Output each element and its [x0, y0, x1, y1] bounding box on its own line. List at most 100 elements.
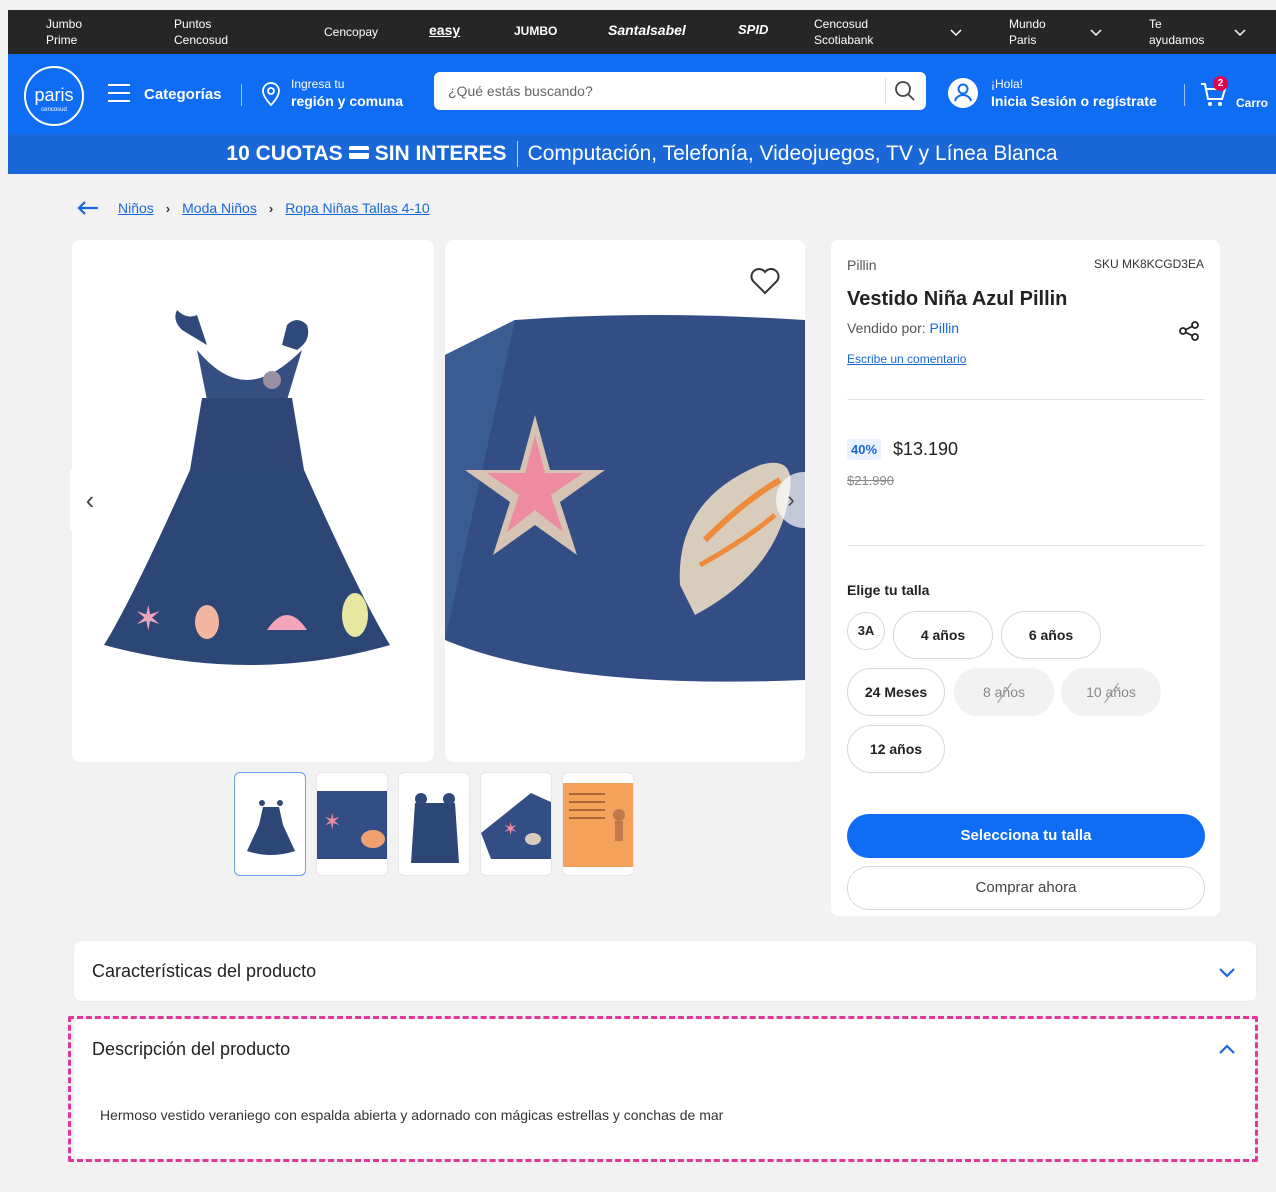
dress-detail-image	[445, 315, 805, 682]
product-brand[interactable]: Pillin	[847, 257, 877, 273]
product-image-main[interactable]: ✶	[72, 240, 434, 762]
topbar-link-line: ayudamos	[1149, 33, 1205, 47]
chevron-down-icon[interactable]	[1216, 961, 1238, 983]
description-text: Hermoso vestido veraniego con espalda ab…	[100, 1107, 724, 1123]
thumbnail[interactable]: ✶	[480, 772, 552, 876]
user-icon[interactable]	[948, 78, 978, 108]
cart-count-badge: 2	[1213, 76, 1228, 91]
breadcrumb-link[interactable]: Ropa Niñas Tallas 4-10	[285, 200, 430, 216]
topbar-link-line: Jumbo	[46, 17, 83, 31]
topbar-logo-spid[interactable]: SPID	[738, 22, 768, 37]
divider	[847, 399, 1205, 400]
thumbnail-image	[563, 783, 633, 867]
size-option-unavailable: 10 años	[1061, 668, 1161, 716]
topbar-logo-easy[interactable]: easy	[429, 22, 460, 38]
share-icon[interactable]	[1178, 320, 1200, 342]
logo-word: paris	[34, 85, 74, 105]
topbar-link-mundo-paris[interactable]: Mundo Paris	[1009, 16, 1046, 48]
product-info-panel: Pillin SKU MK8KCGD3EA Vestido Niña Azul …	[831, 240, 1220, 916]
search-box	[434, 72, 926, 110]
banner-bold-1: 10 CUOTAS	[226, 142, 343, 165]
current-price: $13.190	[893, 439, 959, 459]
header-divider	[1184, 84, 1185, 106]
topbar-link-line: Puntos	[174, 17, 212, 31]
categories-button[interactable]: Categorías	[144, 86, 222, 103]
credit-card-icon	[348, 145, 369, 159]
region-selector[interactable]: Ingresa tu región y comuna	[291, 76, 403, 111]
breadcrumb-separator: ›	[165, 200, 171, 216]
banner-bold-2: SIN INTERES	[374, 142, 507, 165]
search-icon[interactable]	[894, 80, 916, 102]
write-review-link[interactable]: Escribe un comentario	[847, 352, 966, 366]
chevron-down-icon[interactable]	[948, 24, 964, 40]
search-input[interactable]	[448, 81, 868, 101]
topbar-link-te-ayudamos[interactable]: Te ayudamos	[1149, 16, 1204, 48]
size-label: Elige tu talla	[847, 582, 930, 598]
description-accordion[interactable]: Descripción del producto Hermoso vestido…	[73, 1018, 1257, 1160]
breadcrumb-link[interactable]: Niños	[118, 200, 154, 216]
banner-divider	[516, 141, 518, 168]
thumbnail-image: ✶	[481, 793, 551, 859]
logo-sub: cencosud	[41, 107, 67, 113]
menu-icon[interactable]	[108, 84, 130, 102]
size-option[interactable]: 4 años	[893, 611, 993, 659]
select-size-button[interactable]: Selecciona tu talla	[847, 814, 1205, 858]
chevron-down-icon[interactable]	[1232, 24, 1248, 40]
breadcrumb: Niños › Moda Niños › Ropa Niñas Tallas 4…	[76, 198, 430, 218]
thumbnail[interactable]: ✶	[316, 772, 388, 876]
thumbnail[interactable]	[398, 772, 470, 876]
topbar-logo-jumbo[interactable]: JUMBO	[514, 24, 557, 38]
svg-text:✶: ✶	[323, 809, 341, 834]
topbar-link-cencopay[interactable]: Cencopay	[324, 24, 378, 40]
login-link[interactable]: ¡Hola! Inicia Sesión o regístrate	[991, 76, 1157, 111]
svg-text:✶: ✶	[134, 600, 163, 638]
hello-line1: ¡Hola!	[991, 77, 1024, 91]
chevron-up-icon[interactable]	[1216, 1039, 1238, 1061]
features-accordion[interactable]: Características del producto	[73, 940, 1257, 1002]
thumbnail[interactable]	[562, 772, 634, 876]
breadcrumb-link[interactable]: Moda Niños	[182, 200, 257, 216]
chevron-down-icon[interactable]	[1088, 24, 1104, 40]
seller-link[interactable]: Pillin	[930, 320, 960, 336]
thumbnail-image	[247, 800, 295, 855]
topbar-link-puntos-cencosud[interactable]: Puntos Cencosud	[174, 16, 228, 48]
accordion-title: Descripción del producto	[92, 1039, 291, 1059]
product-image-detail[interactable]	[445, 240, 805, 762]
topbar-link-line: Cencosud	[174, 33, 229, 47]
promo-banner[interactable]: 10 CUOTAS SIN INTERES Computación, Telefon…	[8, 134, 1276, 174]
search-divider	[885, 78, 886, 104]
thumbnail[interactable]	[234, 772, 306, 876]
banner-categories-text: Computación, Telefonía, Videojuegos, TV …	[527, 142, 1058, 165]
svg-text:✶: ✶	[503, 819, 518, 839]
main-header: paris cencosud Categorías Ingresa tu reg…	[8, 54, 1276, 134]
location-pin-icon[interactable]	[260, 81, 282, 107]
product-sku: SKU MK8KCGD3EA	[1093, 257, 1204, 271]
topbar-link-jumbo-prime[interactable]: Jumbo Prime	[46, 16, 82, 48]
region-line1: Ingresa tu	[291, 77, 345, 91]
topbar-link-line: Prime	[46, 33, 78, 47]
topbar-link-line: Mundo	[1009, 17, 1046, 31]
size-option-unavailable: 8 años	[954, 668, 1054, 716]
topbar-logo-santaisabel[interactable]: SantaIsabel	[608, 22, 686, 38]
thumbnail-strip: ✶ ✶	[234, 772, 644, 876]
topbar-link-line: Cencosud	[814, 17, 869, 31]
header-divider	[241, 84, 242, 106]
heart-icon[interactable]	[749, 266, 781, 296]
size-option[interactable]: 12 años	[847, 725, 945, 773]
back-arrow-icon[interactable]	[76, 199, 100, 217]
divider	[847, 545, 1205, 546]
size-option[interactable]: 6 años	[1001, 611, 1101, 659]
dress-image: ✶	[104, 310, 390, 665]
cart-label[interactable]: Carro	[1236, 96, 1268, 110]
buy-now-button[interactable]: Comprar ahora	[847, 866, 1205, 910]
seller-info: Vendido por: Pillin	[847, 320, 959, 336]
region-line2: región y comuna	[291, 93, 404, 109]
topbar-link-cencosud-scotiabank[interactable]: Cencosud Scotiabank	[814, 16, 873, 48]
original-price: $21.990	[847, 473, 894, 488]
breadcrumb-separator: ›	[268, 200, 274, 216]
sold-by-label: Vendido por:	[847, 320, 926, 336]
size-option[interactable]: 3A	[847, 612, 885, 650]
size-option[interactable]: 24 Meses	[847, 668, 945, 716]
paris-logo[interactable]: paris cencosud	[24, 66, 84, 126]
discount-badge: 40%	[847, 439, 882, 460]
